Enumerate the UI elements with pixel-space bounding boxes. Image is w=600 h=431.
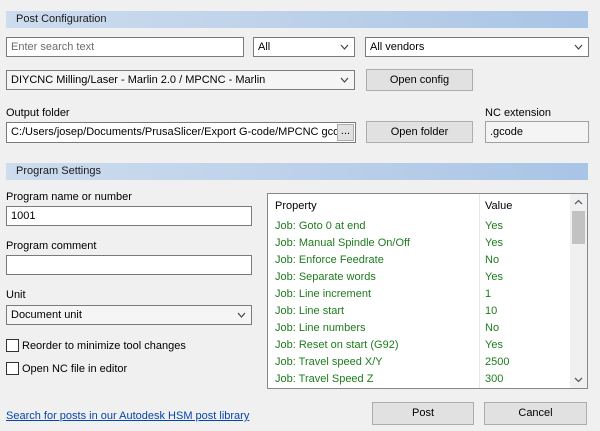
table-row[interactable]: Job: Line increment 1 <box>268 286 571 303</box>
program-name-label: Program name or number <box>6 191 132 203</box>
chevron-down-icon <box>237 312 246 318</box>
property-value: Yes <box>485 237 503 249</box>
open-nc-checkbox[interactable] <box>6 362 19 375</box>
program-comment-input[interactable] <box>6 255 252 275</box>
property-name: Job: Line increment <box>275 288 371 300</box>
program-settings-header: Program Settings <box>6 163 588 180</box>
table-row[interactable]: Job: Separate words Yes <box>268 269 571 286</box>
output-folder-input[interactable]: C:/Users/josep/Documents/PrusaSlicer/Exp… <box>6 122 356 143</box>
table-row[interactable]: Job: Line numbers No <box>268 320 571 337</box>
property-value: 1 <box>485 288 492 300</box>
property-value: 2500 <box>485 356 510 368</box>
post-button[interactable]: Post <box>372 402 474 425</box>
post-processor-select[interactable]: DIYCNC Milling/Laser - Marlin 2.0 / MPCN… <box>6 70 355 90</box>
table-row[interactable]: Job: Goto 0 at end Yes <box>268 218 571 235</box>
search-input[interactable]: Enter search text <box>6 37 244 57</box>
table-row[interactable]: Job: Line start 10 <box>268 303 571 320</box>
property-value: No <box>485 322 500 334</box>
property-grid-header: Property Value <box>268 194 571 218</box>
property-value: Yes <box>485 220 503 232</box>
scroll-down-arrow-icon[interactable] <box>573 374 584 385</box>
reorder-checkbox[interactable] <box>6 339 19 352</box>
post-processor-value: DIYCNC Milling/Laser - Marlin 2.0 / MPCN… <box>11 74 266 86</box>
open-nc-label: Open NC file in editor <box>22 363 128 375</box>
unit-label: Unit <box>6 289 26 301</box>
value-column-header: Value <box>485 200 513 212</box>
property-name: Job: Line numbers <box>275 322 366 334</box>
property-name: Job: Travel speed X/Y <box>275 356 383 368</box>
property-value: 10 <box>485 305 498 317</box>
post-configuration-header: Post Configuration <box>6 11 588 28</box>
property-name: Job: Reset on start (G92) <box>275 339 399 351</box>
table-row[interactable]: Job: Manual Spindle On/Off Yes <box>268 235 571 252</box>
chevron-down-icon <box>340 44 349 50</box>
type-filter-select[interactable]: All <box>253 37 355 57</box>
program-comment-label: Program comment <box>6 240 97 252</box>
property-name: Job: Enforce Feedrate <box>275 254 384 266</box>
property-name: Job: Line start <box>275 305 345 317</box>
reorder-label: Reorder to minimize tool changes <box>22 340 186 352</box>
table-row[interactable]: Job: Enforce Feedrate No <box>268 252 571 269</box>
property-value: 300 <box>485 373 504 385</box>
browse-button[interactable]: ... <box>337 124 354 141</box>
scroll-up-arrow-icon[interactable] <box>573 197 584 208</box>
type-filter-value: All <box>258 41 271 53</box>
property-value: Yes <box>485 271 503 283</box>
property-column-header: Property <box>275 200 317 212</box>
output-folder-value: C:/Users/josep/Documents/PrusaSlicer/Exp… <box>11 126 352 138</box>
property-name: Job: Travel Speed Z <box>275 373 374 385</box>
chevron-down-icon <box>340 77 349 83</box>
cancel-button[interactable]: Cancel <box>484 402 587 425</box>
property-value: No <box>485 254 500 266</box>
unit-value: Document unit <box>11 309 82 321</box>
property-grid[interactable]: Property Value Job: Goto 0 at end Yes Job… <box>267 193 588 389</box>
chevron-down-icon <box>574 44 583 50</box>
unit-select[interactable]: Document unit <box>6 305 252 325</box>
property-name: Job: Goto 0 at end <box>275 220 366 232</box>
vendor-filter-value: All vendors <box>370 41 425 53</box>
scrollbar-thumb[interactable] <box>572 211 585 244</box>
table-row[interactable]: Job: Travel speed X/Y 2500 <box>268 354 571 371</box>
nc-extension-field[interactable]: .gcode <box>485 121 589 143</box>
open-folder-button[interactable]: Open folder <box>366 121 473 143</box>
vertical-scrollbar[interactable] <box>570 194 587 388</box>
property-name: Job: Separate words <box>275 271 376 283</box>
open-config-button[interactable]: Open config <box>366 69 473 91</box>
program-name-input[interactable]: 1001 <box>6 206 252 226</box>
table-row[interactable]: Job: Travel Speed Z 300 <box>268 371 571 388</box>
property-value: Yes <box>485 339 503 351</box>
vendor-filter-select[interactable]: All vendors <box>365 37 589 57</box>
post-library-link[interactable]: Search for posts in our Autodesk HSM pos… <box>6 410 249 422</box>
property-name: Job: Manual Spindle On/Off <box>275 237 410 249</box>
output-folder-label: Output folder <box>6 107 70 119</box>
table-row[interactable]: Job: Reset on start (G92) Yes <box>268 337 571 354</box>
nc-extension-label: NC extension <box>485 107 552 119</box>
